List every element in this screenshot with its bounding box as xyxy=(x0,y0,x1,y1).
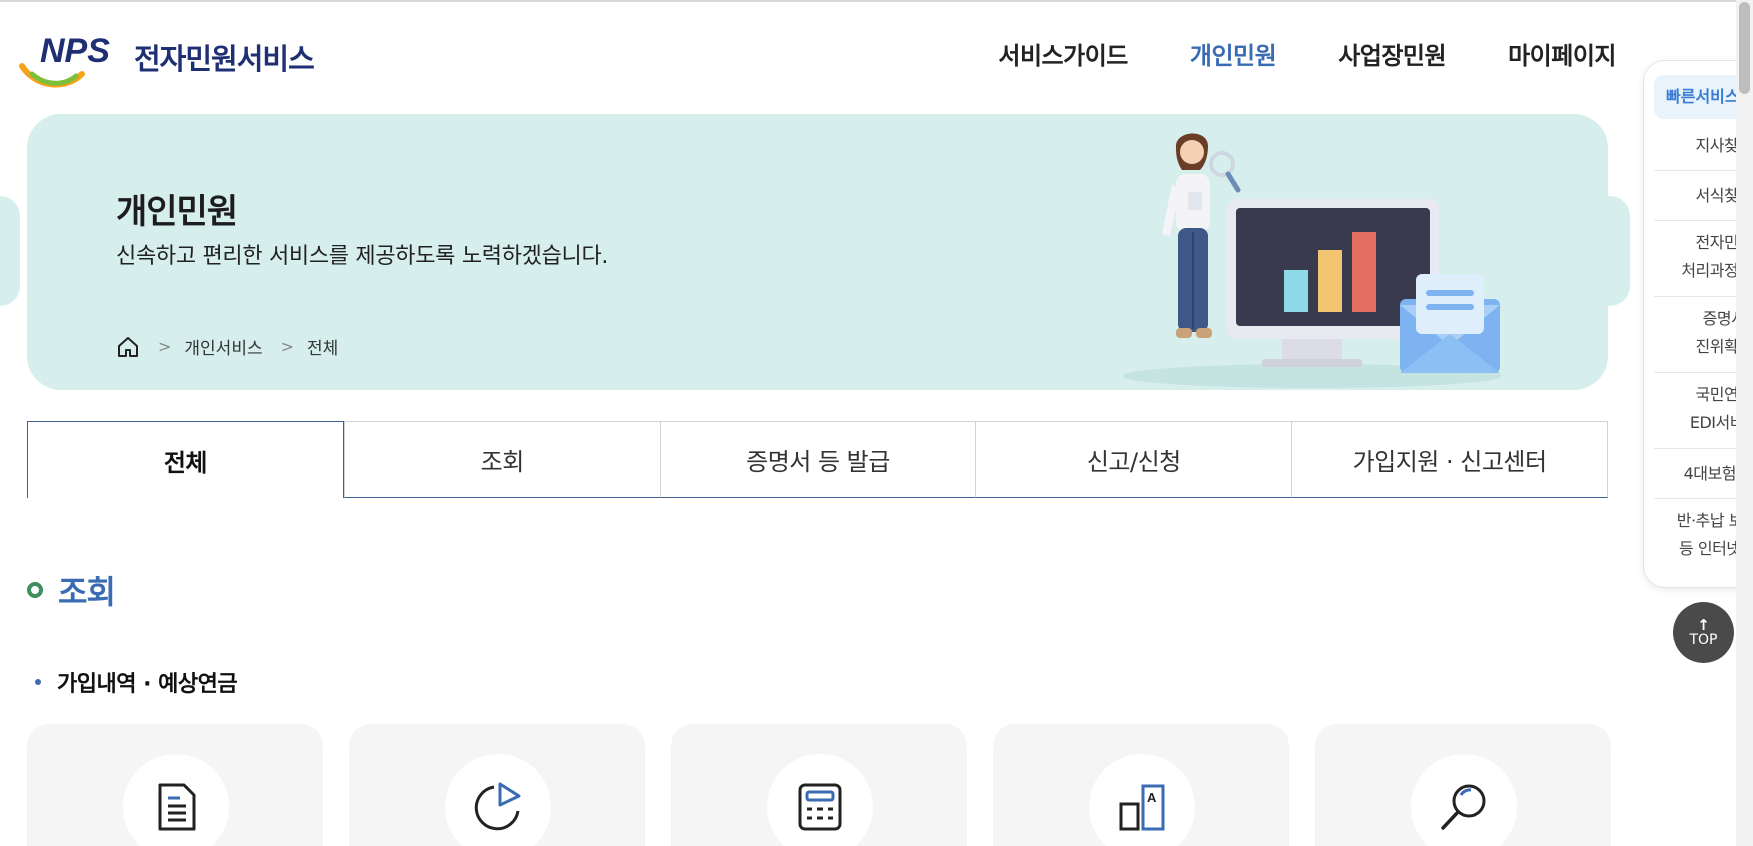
service-card[interactable]: A xyxy=(993,724,1289,846)
service-card[interactable] xyxy=(1315,724,1611,846)
scroll-to-top-button[interactable]: ↑ TOP xyxy=(1673,602,1734,663)
page-subtitle: 신속하고 편리한 서비스를 제공하도록 노력하겠습니다. xyxy=(116,244,609,269)
card-icon-circle xyxy=(123,754,229,846)
nav-my-page[interactable]: 마이페이지 xyxy=(1508,36,1616,71)
breadcrumb-current: 전체 xyxy=(307,339,339,359)
nav-personal-petition[interactable]: 개인민원 xyxy=(1190,36,1277,71)
category-tabs: 전체 조회 증명서 등 발급 신고/신청 가입지원 · 신고센터 xyxy=(27,421,1608,498)
tab-all[interactable]: 전체 xyxy=(27,421,344,498)
document-icon xyxy=(158,783,196,831)
card-icon-circle xyxy=(1411,754,1517,846)
page-title: 개인민원 xyxy=(116,192,238,232)
nps-logo-icon: NPS xyxy=(19,32,110,88)
service-card[interactable] xyxy=(671,724,967,846)
scrollbar-thumb[interactable] xyxy=(1739,2,1750,94)
page: NPS 전자민원서비스 서비스가이드 개인민원 사업장민원 마이페이지 개인민원… xyxy=(0,0,1753,846)
sub-heading: 가입내역 · 예상연금 xyxy=(35,666,238,698)
chevron-right-icon: > xyxy=(280,337,295,356)
bullet-dot-icon xyxy=(35,679,41,685)
scrollbar-track[interactable] xyxy=(1736,0,1753,846)
tab-report-apply[interactable]: 신고/신청 xyxy=(975,421,1292,498)
top-divider xyxy=(0,0,1753,2)
page-banner: 개인민원 신속하고 편리한 서비스를 제공하도록 노력하겠습니다. > 개인서비… xyxy=(27,114,1608,390)
tab-certificate[interactable]: 증명서 등 발급 xyxy=(659,421,976,498)
building-a-icon: A xyxy=(1119,784,1165,831)
breadcrumb-item[interactable]: 개인서비스 xyxy=(184,334,262,359)
tab-inquiry[interactable]: 조회 xyxy=(343,421,660,498)
card-icon-circle xyxy=(767,754,873,846)
calculator-icon xyxy=(798,783,842,831)
section-title: 조회 xyxy=(58,573,116,611)
home-icon[interactable] xyxy=(116,335,140,359)
tab-support-center[interactable]: 가입지원 · 신고센터 xyxy=(1291,421,1608,498)
logo-mark-text: NPS xyxy=(40,32,110,70)
svg-text:A: A xyxy=(1147,790,1157,805)
banner-right-decoration xyxy=(1590,196,1630,306)
logo-service-name: 전자민원서비스 xyxy=(134,42,315,76)
card-icon-circle: A xyxy=(1089,754,1195,846)
arrow-up-icon: ↑ xyxy=(1697,615,1710,634)
nav-service-guide[interactable]: 서비스가이드 xyxy=(998,36,1128,71)
nav-business-petition[interactable]: 사업장민원 xyxy=(1338,36,1446,71)
section-bullet-icon xyxy=(27,582,43,598)
service-card[interactable] xyxy=(27,724,323,846)
banner-illustration xyxy=(1122,133,1502,388)
section-heading: 조회 xyxy=(27,567,116,613)
search-icon xyxy=(1441,784,1486,830)
breadcrumb: > 개인서비스 > 전체 xyxy=(116,334,338,359)
main-nav: 서비스가이드 개인민원 사업장민원 마이페이지 xyxy=(936,36,1616,71)
chevron-right-icon: > xyxy=(158,337,172,356)
pie-chart-icon xyxy=(474,782,521,831)
service-cards: A xyxy=(27,724,1611,846)
sub-title: 가입내역 · 예상연금 xyxy=(57,672,238,697)
service-card[interactable] xyxy=(349,724,645,846)
card-icon-circle xyxy=(445,754,551,846)
site-logo[interactable]: NPS 전자민원서비스 xyxy=(18,30,318,96)
banner-left-decoration xyxy=(0,196,20,306)
top-label: TOP xyxy=(1689,631,1718,648)
